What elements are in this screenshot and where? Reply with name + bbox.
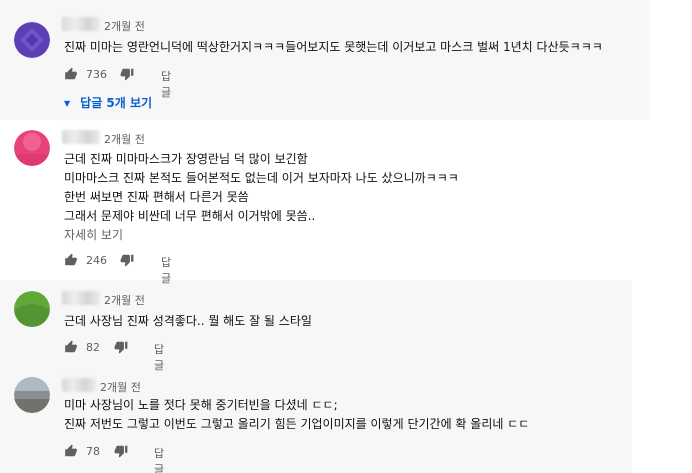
show-more-button[interactable]: 자세히 보기 xyxy=(64,226,123,243)
comment-line: 미마 사장님이 노를 젓다 못해 중기터빈을 다셨네 ㄷㄷ; xyxy=(64,398,338,412)
avatar[interactable] xyxy=(14,291,50,327)
author-name-blurred[interactable] xyxy=(62,17,100,31)
comment-line: 진짜 저번도 그렇고 이번도 그렇고 올리기 힘든 기업이미지를 이렇게 단기간… xyxy=(64,417,530,431)
like-count: 736 xyxy=(86,68,107,81)
comment-line: 그래서 문제야 비싼데 너무 편해서 이거밖에 못씀.. xyxy=(64,209,316,223)
thumbs-down-icon[interactable] xyxy=(114,444,128,458)
view-replies-label: 답글 5개 보기 xyxy=(80,96,153,110)
comment-text: 미마 사장님이 노를 젓다 못해 중기터빈을 다셨네 ㄷㄷ; 진짜 저번도 그렇… xyxy=(64,396,529,434)
thumbs-down-icon[interactable] xyxy=(114,340,128,354)
comment-text: 진짜 미마는 영란언니덕에 떡상한거지ㅋㅋㅋ들어보지도 못햇는데 이거보고 마스… xyxy=(64,38,603,57)
comment-timestamp[interactable]: 2개월 전 xyxy=(104,292,145,308)
thumbs-up-icon[interactable] xyxy=(64,340,78,354)
comment-text: 근데 사장님 진짜 성격좋다.. 뭘 해도 잘 될 스타일 xyxy=(64,312,312,331)
avatar-image xyxy=(14,130,50,166)
comment-line: 근데 사장님 진짜 성격좋다.. 뭘 해도 잘 될 스타일 xyxy=(64,314,312,328)
thumbs-up-icon[interactable] xyxy=(64,253,78,267)
author-name-blurred[interactable] xyxy=(62,130,100,144)
comment-line: 미마마스크 진짜 본적도 들어본적도 없는데 이거 보자마자 나도 샀으니까ㅋㅋ… xyxy=(64,171,459,185)
thumbs-down-icon[interactable] xyxy=(120,67,134,81)
like-count: 82 xyxy=(86,341,100,354)
reply-button[interactable]: 답글 xyxy=(154,341,164,373)
comment-timestamp[interactable]: 2개월 전 xyxy=(100,379,141,395)
comment-timestamp[interactable]: 2개월 전 xyxy=(104,18,145,34)
caret-down-icon: ▼ xyxy=(64,99,71,108)
author-name-blurred[interactable] xyxy=(62,378,96,392)
reply-button[interactable]: 답글 xyxy=(161,68,171,100)
thumbs-up-icon[interactable] xyxy=(64,67,78,81)
comment-line: 한번 써보면 진짜 편해서 다른거 못씀 xyxy=(64,190,249,204)
view-replies-button[interactable]: ▼ 답글 5개 보기 xyxy=(64,94,152,111)
thumbs-up-icon[interactable] xyxy=(64,444,78,458)
comment-timestamp[interactable]: 2개월 전 xyxy=(104,131,145,147)
reply-button[interactable]: 답글 xyxy=(154,445,164,473)
avatar-image xyxy=(14,22,50,58)
avatar[interactable] xyxy=(14,22,50,58)
avatar-image xyxy=(14,291,50,327)
comment-line: 근데 진짜 미마마스크가 장영란님 덕 많이 보긴함 xyxy=(64,152,308,166)
comment-line: 진짜 미마는 영란언니덕에 떡상한거지ㅋㅋㅋ들어보지도 못햇는데 이거보고 마스… xyxy=(64,40,603,54)
reply-button[interactable]: 답글 xyxy=(161,254,171,286)
avatar-image xyxy=(14,377,50,413)
author-name-blurred[interactable] xyxy=(62,291,100,305)
like-count: 78 xyxy=(86,445,100,458)
avatar[interactable] xyxy=(14,130,50,166)
like-count: 246 xyxy=(86,254,107,267)
comment-text: 근데 진짜 미마마스크가 장영란님 덕 많이 보긴함 미마마스크 진짜 본적도 … xyxy=(64,150,459,226)
avatar[interactable] xyxy=(14,377,50,413)
thumbs-down-icon[interactable] xyxy=(120,253,134,267)
